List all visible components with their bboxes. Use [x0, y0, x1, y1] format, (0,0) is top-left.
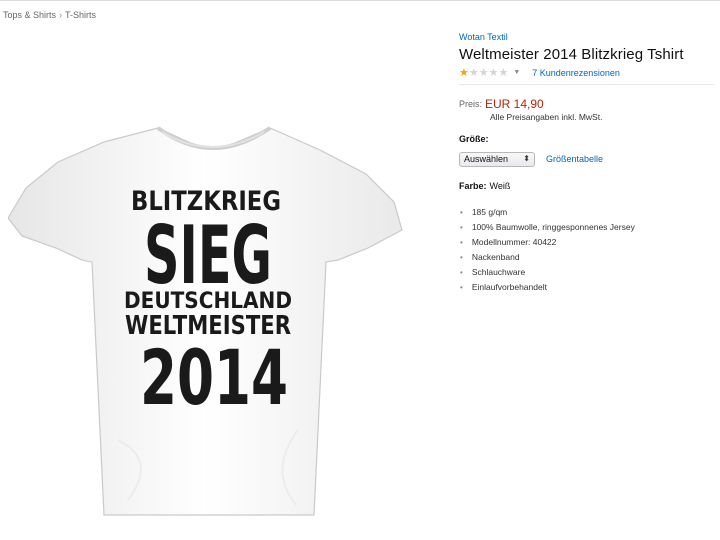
price-value: EUR 14,90	[485, 96, 544, 111]
feature-text: 100% Baumwolle, ringgesponnenes Jersey	[471, 222, 635, 232]
breadcrumb: Tops & Shirts › T-Shirts	[3, 10, 96, 20]
color-label: Farbe:	[459, 181, 487, 191]
star-rating[interactable]: ★★★★★	[459, 67, 508, 79]
feature-text: 185 g/qm	[471, 207, 508, 217]
size-label: Größe:	[459, 134, 489, 144]
bullet-icon: •	[460, 253, 463, 262]
chevron-down-icon[interactable]: ▼	[513, 69, 520, 76]
top-border	[0, 0, 720, 1]
list-item: • 185 g/qm	[460, 205, 635, 220]
price-label: Preis:	[459, 98, 483, 109]
list-item: • Schlauchware	[460, 265, 635, 280]
updown-arrow-icon: ⬍	[523, 154, 530, 163]
list-item: • Nackenband	[460, 250, 635, 265]
size-chart-link[interactable]: Größentabelle	[546, 154, 603, 164]
star-empty-icon: ★★★★	[468, 67, 509, 79]
breadcrumb-tops-shirts[interactable]: Tops & Shirts	[3, 10, 56, 20]
divider	[459, 84, 714, 85]
bullet-icon: •	[460, 223, 463, 232]
feature-list: • 185 g/qm • 100% Baumwolle, ringgesponnen…	[460, 205, 635, 295]
brand-link[interactable]: Wotan Textil	[459, 32, 508, 42]
tax-note: Alle Preisangaben inkl. MwSt.	[490, 112, 603, 122]
feature-text: Einlaufvorbehandelt	[471, 282, 547, 292]
breadcrumb-tshirts[interactable]: T-Shirts	[65, 10, 96, 20]
list-item: • Modellnummer: 40422	[460, 235, 635, 250]
product-image[interactable]: BLITZKRIEG SIEG DEUTSCHLAND WELTMEISTER …	[8, 110, 408, 520]
feature-text: Schlauchware	[471, 267, 526, 277]
print-line-2014: 2014	[140, 333, 288, 422]
color-row: Farbe: Weiß	[459, 181, 510, 191]
rating-row: ★★★★★ ▼ 7 Kundenrezensionen	[459, 66, 620, 79]
bullet-icon: •	[460, 283, 463, 292]
reviews-link[interactable]: 7 Kundenrezensionen	[532, 68, 620, 78]
size-select-value: Auswählen	[464, 154, 509, 164]
breadcrumb-separator: ›	[59, 10, 63, 20]
price-row: Preis: EUR 14,90	[459, 95, 544, 113]
bullet-icon: •	[460, 238, 463, 247]
star-filled-icon: ★	[459, 67, 469, 79]
list-item: • Einlaufvorbehandelt	[460, 280, 635, 295]
size-select[interactable]: Auswählen ⬍	[459, 152, 535, 167]
feature-text: Modellnummer: 40422	[471, 237, 557, 247]
feature-text: Nackenband	[471, 252, 520, 262]
list-item: • 100% Baumwolle, ringgesponnenes Jersey	[460, 220, 635, 235]
bullet-icon: •	[460, 208, 463, 217]
color-value: Weiß	[489, 181, 511, 191]
shirt-print: BLITZKRIEG SIEG DEUTSCHLAND WELTMEISTER …	[124, 186, 292, 422]
product-title: Weltmeister 2014 Blitzkrieg Tshirt	[459, 46, 684, 63]
bullet-icon: •	[460, 268, 463, 277]
